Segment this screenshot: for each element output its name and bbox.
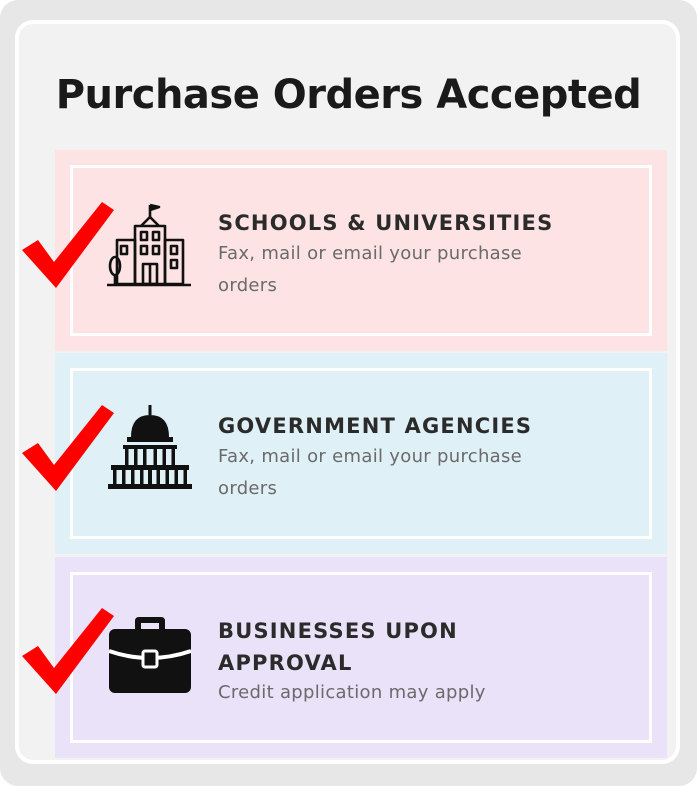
card-description: Fax, mail or email your purchase orders (218, 243, 523, 296)
card-schools: SCHOOLS & UNIVERSITIES Fax, mail or emai… (55, 150, 667, 351)
card-heading: BUSINESSES UPON APPROVAL (218, 619, 458, 675)
checkmark-icon (22, 405, 114, 491)
briefcase-icon (108, 617, 192, 693)
school-building-icon (107, 203, 191, 287)
card-description: Credit application may apply (218, 682, 486, 703)
card-businesses: BUSINESSES UPON APPROVAL Credit applicat… (55, 557, 667, 758)
card-heading: SCHOOLS & UNIVERSITIES (218, 211, 554, 235)
checkmark-icon (22, 202, 114, 288)
page-title: Purchase Orders Accepted (55, 72, 642, 118)
card-description: Fax, mail or email your purchase orders (218, 446, 523, 499)
checkmark-icon (22, 608, 114, 694)
card-government: GOVERNMENT AGENCIES Fax, mail or email y… (55, 353, 667, 554)
card-heading: GOVERNMENT AGENCIES (218, 414, 533, 438)
capitol-building-icon (108, 405, 192, 489)
